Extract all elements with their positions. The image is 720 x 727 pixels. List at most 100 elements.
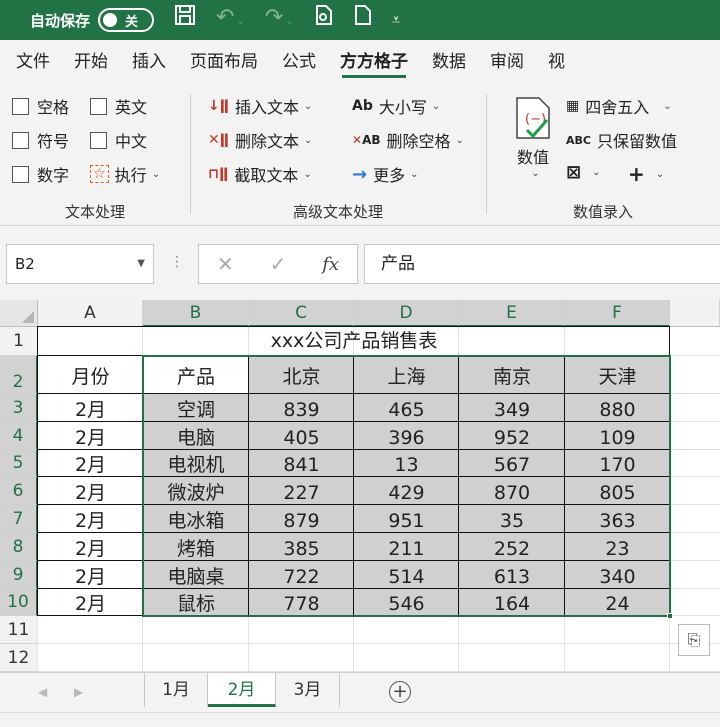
sheet-tab-mar[interactable]: 3月 (276, 673, 340, 707)
redo-icon[interactable]: ↷ ⌄ (265, 0, 294, 42)
table-cell[interactable]: 2月 (38, 505, 143, 533)
row-header-1[interactable]: 1 (0, 327, 38, 356)
sheet-tab-bar: ◀ ▶ 1月 2月 3月 + (0, 672, 720, 712)
checkbox-chinese[interactable]: 中文 (90, 128, 147, 152)
tab-file[interactable]: 文件 (8, 40, 58, 84)
row-header-9[interactable]: 9 (0, 561, 38, 589)
extract-text-button[interactable]: ⊓ǁ 截取文本 ⌄ (208, 162, 312, 186)
save-icon[interactable] (174, 0, 196, 40)
checkbox[interactable] (12, 165, 29, 183)
round-icon: ▦ (566, 98, 580, 114)
add-sheet-icon[interactable]: + (389, 681, 411, 703)
tab-formulas[interactable]: 公式 (274, 40, 324, 84)
row-header-5[interactable]: 5 (0, 450, 38, 477)
insert-text-button[interactable]: ↓ǁ 插入文本 ⌄ (208, 94, 312, 118)
prev-sheet-icon[interactable]: ◀ (38, 685, 47, 699)
edit-button[interactable]: ⊠ ⌄ (566, 162, 600, 183)
execute-label: 执行 (114, 166, 147, 185)
header-cell[interactable]: 产品 (143, 356, 249, 394)
table-cell[interactable]: 2月 (38, 394, 143, 422)
table-cell[interactable]: 2月 (38, 561, 143, 589)
table-title[interactable]: xxx公司产品销售表 (38, 327, 670, 356)
new-file-icon[interactable] (354, 0, 372, 40)
checkbox-label: 空格 (37, 98, 70, 117)
chevron-down-icon: ⌄ (655, 168, 665, 180)
spreadsheet-grid[interactable]: A B C D E F 1 2 3 4 5 6 7 8 9 10 11 12 xxx公司产品销售表 月份 北京 上海 南京天… (0, 300, 720, 672)
row-header-7[interactable]: 7 (0, 505, 38, 533)
print-preview-icon[interactable] (314, 0, 334, 40)
keep-number-button[interactable]: ABC 只保留数值 (566, 128, 677, 152)
round-button[interactable]: ▦ 四舍五入 ⌄ (566, 94, 672, 118)
column-header-f[interactable]: F (565, 300, 670, 327)
undo-icon[interactable]: ↶ ⌄ (216, 0, 245, 42)
cancel-icon[interactable]: ✕ (217, 252, 234, 276)
quick-analysis-icon[interactable]: ⎘ (678, 624, 710, 656)
table-cell[interactable]: 2月 (38, 450, 143, 477)
customize-icon[interactable]: ⩡ (392, 0, 401, 40)
autosave-toggle[interactable]: 关 (98, 8, 155, 32)
name-box[interactable]: B2 ▼ (6, 244, 154, 284)
number-doc-icon: (−) (516, 97, 550, 139)
checkbox[interactable] (90, 131, 107, 149)
column-header-d[interactable]: D (354, 300, 459, 327)
formula-input[interactable]: 产品 (364, 244, 720, 284)
checkbox[interactable] (12, 131, 29, 149)
next-sheet-icon[interactable]: ▶ (74, 685, 83, 699)
case-button[interactable]: Ab 大小写 ⌄ (352, 94, 440, 118)
tab-insert[interactable]: 插入 (124, 40, 174, 84)
tab-data[interactable]: 数据 (424, 40, 474, 84)
delete-space-button[interactable]: ✕AB 删除空格 ⌄ (352, 128, 464, 152)
row-header-3[interactable]: 3 (0, 394, 38, 422)
table-border (37, 326, 38, 616)
extract-text-icon: ⊓ǁ (208, 166, 229, 182)
table-cell[interactable]: 2月 (38, 477, 143, 505)
row-header-2[interactable]: 2 (0, 356, 38, 394)
tab-view[interactable]: 视 (540, 40, 573, 84)
column-header-e[interactable]: E (459, 300, 565, 327)
header-cell[interactable]: 月份 (38, 356, 143, 394)
name-box-value: B2 (15, 255, 35, 273)
row-header-8[interactable]: 8 (0, 533, 38, 561)
fill-handle[interactable] (667, 613, 673, 619)
number-button[interactable]: (−) 数值 ⌄ (508, 96, 558, 179)
column-header-b[interactable]: B (143, 300, 249, 327)
insert-function-icon[interactable]: fx (322, 254, 339, 275)
checkbox-number[interactable]: 数字 (12, 162, 69, 186)
confirm-icon[interactable]: ✓ (270, 252, 287, 276)
row-header-11[interactable]: 11 (0, 616, 38, 644)
arrow-right-icon: → (352, 163, 368, 185)
button-label: 删除空格 (386, 132, 451, 151)
execute-button[interactable]: ☆ 执行 ⌄ (90, 162, 160, 186)
table-cell[interactable]: 2月 (38, 589, 143, 616)
column-header-extra[interactable] (670, 300, 720, 327)
row-header-12[interactable]: 12 (0, 644, 38, 672)
add-button[interactable]: + ⌄ (628, 162, 664, 186)
row-header-4[interactable]: 4 (0, 422, 38, 450)
delete-text-button[interactable]: ✕ǁ 删除文本 ⌄ (208, 128, 312, 152)
checkbox-symbol[interactable]: 符号 (12, 128, 69, 152)
row-header-10[interactable]: 10 (0, 589, 38, 616)
table-cell[interactable]: 2月 (38, 533, 143, 561)
checkbox-space[interactable]: 空格 (12, 94, 69, 118)
sheet-tab-feb[interactable]: 2月 (208, 673, 276, 707)
checkbox-label: 符号 (37, 132, 70, 151)
ribbon: 空格 英文 符号 中文 数字 ☆ 执行 ⌄ 文本处理 ↓ǁ 插入文本 ⌄ ✕ǁ 删除文本 ⌄… (0, 84, 720, 226)
tab-home[interactable]: 开始 (66, 40, 116, 84)
checkbox[interactable] (12, 97, 29, 115)
chevron-down-icon: ⌄ (455, 134, 464, 146)
sheet-tab-jan[interactable]: 1月 (144, 673, 208, 707)
checkbox[interactable] (90, 97, 107, 115)
tab-review[interactable]: 审阅 (482, 40, 532, 84)
chevron-down-icon: ⌄ (410, 168, 419, 180)
more-button[interactable]: → 更多 ⌄ (352, 162, 419, 186)
tab-page-layout[interactable]: 页面布局 (182, 40, 266, 84)
checkbox-english[interactable]: 英文 (90, 94, 147, 118)
chevron-down-icon: ⌄ (431, 100, 441, 112)
column-header-a[interactable]: A (38, 300, 143, 327)
column-header-c[interactable]: C (249, 300, 354, 327)
tab-fangfang[interactable]: 方方格子 (332, 40, 416, 84)
chevron-down-icon[interactable]: ▼ (137, 245, 145, 283)
table-cell[interactable]: 2月 (38, 422, 143, 450)
row-header-6[interactable]: 6 (0, 477, 38, 505)
select-all-corner[interactable] (0, 300, 38, 327)
